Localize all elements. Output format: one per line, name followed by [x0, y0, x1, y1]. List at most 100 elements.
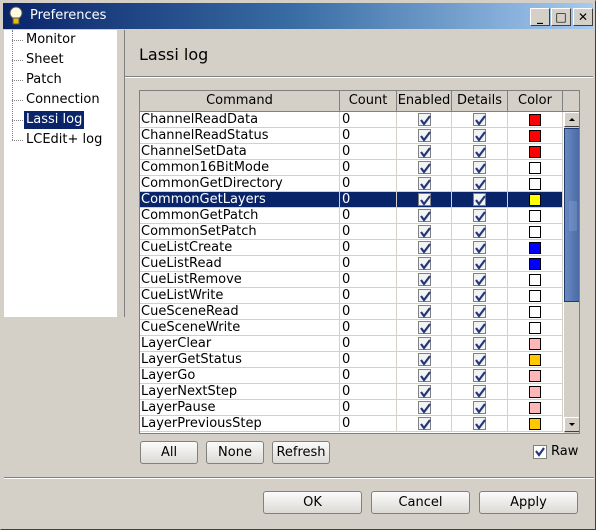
- title-bar[interactable]: Preferences _ □ ✕: [3, 3, 593, 29]
- color-swatch[interactable]: [529, 146, 541, 158]
- refresh-button[interactable]: Refresh: [272, 441, 330, 464]
- table-row[interactable]: CueListRead 0: [140, 256, 563, 272]
- enabled-checkbox[interactable]: [418, 161, 431, 174]
- category-tree[interactable]: Monitor Sheet Patch Connection Lassi log LCEd…: [4, 30, 117, 317]
- details-checkbox[interactable]: [473, 273, 486, 286]
- tree-item-monitor[interactable]: Monitor: [24, 31, 77, 49]
- tree-item-lassi-log[interactable]: Lassi log: [24, 111, 85, 129]
- scroll-thumb[interactable]: [564, 128, 579, 302]
- ok-button[interactable]: OK: [263, 491, 362, 514]
- enabled-checkbox[interactable]: [418, 145, 431, 158]
- color-swatch[interactable]: [529, 114, 541, 126]
- tree-item-lcedit-log[interactable]: LCEdit+ log: [24, 131, 104, 149]
- none-button[interactable]: None: [206, 441, 264, 464]
- column-header-command[interactable]: Command: [140, 91, 340, 112]
- enabled-checkbox[interactable]: [418, 337, 431, 350]
- tree-item-connection[interactable]: Connection: [24, 91, 102, 109]
- details-checkbox[interactable]: [473, 113, 486, 126]
- enabled-checkbox[interactable]: [418, 353, 431, 366]
- enabled-checkbox[interactable]: [418, 177, 431, 190]
- details-checkbox[interactable]: [473, 321, 486, 334]
- table-row[interactable]: CueListWrite 0: [140, 288, 563, 304]
- color-swatch[interactable]: [529, 162, 541, 174]
- apply-button[interactable]: Apply: [479, 491, 578, 514]
- enabled-checkbox[interactable]: [418, 385, 431, 398]
- table-row[interactable]: CueListCreate 0: [140, 240, 563, 256]
- column-header-color[interactable]: Color: [508, 91, 563, 112]
- details-checkbox[interactable]: [473, 209, 486, 222]
- enabled-checkbox[interactable]: [418, 113, 431, 126]
- color-swatch[interactable]: [529, 258, 541, 270]
- color-swatch[interactable]: [529, 402, 541, 414]
- color-swatch[interactable]: [529, 210, 541, 222]
- tree-item-sheet[interactable]: Sheet: [24, 51, 66, 69]
- column-header-details[interactable]: Details: [452, 91, 508, 112]
- enabled-checkbox[interactable]: [418, 289, 431, 302]
- scroll-down-button[interactable]: [564, 417, 579, 432]
- table-row[interactable]: LayerClear 0: [140, 336, 563, 352]
- enabled-checkbox[interactable]: [418, 369, 431, 382]
- enabled-checkbox[interactable]: [418, 209, 431, 222]
- color-swatch[interactable]: [529, 370, 541, 382]
- details-checkbox[interactable]: [473, 337, 486, 350]
- table-row[interactable]: ChannelReadStatus 0: [140, 128, 563, 144]
- color-swatch[interactable]: [529, 274, 541, 286]
- column-header-count[interactable]: Count: [340, 91, 397, 112]
- details-checkbox[interactable]: [473, 129, 486, 142]
- color-swatch[interactable]: [529, 130, 541, 142]
- color-swatch[interactable]: [529, 290, 541, 302]
- details-checkbox[interactable]: [473, 161, 486, 174]
- color-swatch[interactable]: [529, 354, 541, 366]
- table-row[interactable]: LayerGetStatus 0: [140, 352, 563, 368]
- enabled-checkbox[interactable]: [418, 417, 431, 430]
- all-button[interactable]: All: [140, 441, 198, 464]
- color-swatch[interactable]: [529, 226, 541, 238]
- table-row[interactable]: CommonGetLayers 0: [140, 192, 563, 208]
- enabled-checkbox[interactable]: [418, 305, 431, 318]
- color-swatch[interactable]: [529, 242, 541, 254]
- color-swatch[interactable]: [529, 322, 541, 334]
- table-row[interactable]: ChannelSetData 0: [140, 144, 563, 160]
- details-checkbox[interactable]: [473, 369, 486, 382]
- details-checkbox[interactable]: [473, 241, 486, 254]
- table-row[interactable]: CueSceneWrite 0: [140, 320, 563, 336]
- details-checkbox[interactable]: [473, 353, 486, 366]
- details-checkbox[interactable]: [473, 257, 486, 270]
- details-checkbox[interactable]: [473, 417, 486, 430]
- color-swatch[interactable]: [529, 338, 541, 350]
- enabled-checkbox[interactable]: [418, 193, 431, 206]
- raw-checkbox[interactable]: [533, 445, 547, 459]
- table-row[interactable]: CommonGetDirectory 0: [140, 176, 563, 192]
- details-checkbox[interactable]: [473, 193, 486, 206]
- enabled-checkbox[interactable]: [418, 241, 431, 254]
- details-checkbox[interactable]: [473, 305, 486, 318]
- details-checkbox[interactable]: [473, 177, 486, 190]
- enabled-checkbox[interactable]: [418, 401, 431, 414]
- enabled-checkbox[interactable]: [418, 257, 431, 270]
- minimize-button[interactable]: _: [530, 8, 550, 26]
- color-swatch[interactable]: [529, 194, 541, 206]
- color-swatch[interactable]: [529, 418, 541, 430]
- color-swatch[interactable]: [529, 178, 541, 190]
- scroll-up-button[interactable]: [564, 112, 579, 127]
- cancel-button[interactable]: Cancel: [371, 491, 470, 514]
- details-checkbox[interactable]: [473, 289, 486, 302]
- details-checkbox[interactable]: [473, 401, 486, 414]
- table-row[interactable]: LayerNextStep 0: [140, 384, 563, 400]
- table-row[interactable]: CueSceneRead 0: [140, 304, 563, 320]
- column-header-enabled[interactable]: Enabled: [397, 91, 452, 112]
- table-row[interactable]: ChannelReadData 0: [140, 112, 563, 128]
- table-row[interactable]: CueListRemove 0: [140, 272, 563, 288]
- table-row[interactable]: LayerPreviousStep 0: [140, 416, 563, 432]
- maximize-button[interactable]: □: [551, 8, 571, 26]
- enabled-checkbox[interactable]: [418, 129, 431, 142]
- details-checkbox[interactable]: [473, 385, 486, 398]
- close-button[interactable]: ✕: [573, 8, 593, 26]
- tree-item-patch[interactable]: Patch: [24, 71, 64, 89]
- enabled-checkbox[interactable]: [418, 225, 431, 238]
- details-checkbox[interactable]: [473, 225, 486, 238]
- enabled-checkbox[interactable]: [418, 321, 431, 334]
- table-row[interactable]: CommonSetPatch 0: [140, 224, 563, 240]
- vertical-scrollbar[interactable]: [564, 112, 579, 433]
- table-row[interactable]: LayerGo 0: [140, 368, 563, 384]
